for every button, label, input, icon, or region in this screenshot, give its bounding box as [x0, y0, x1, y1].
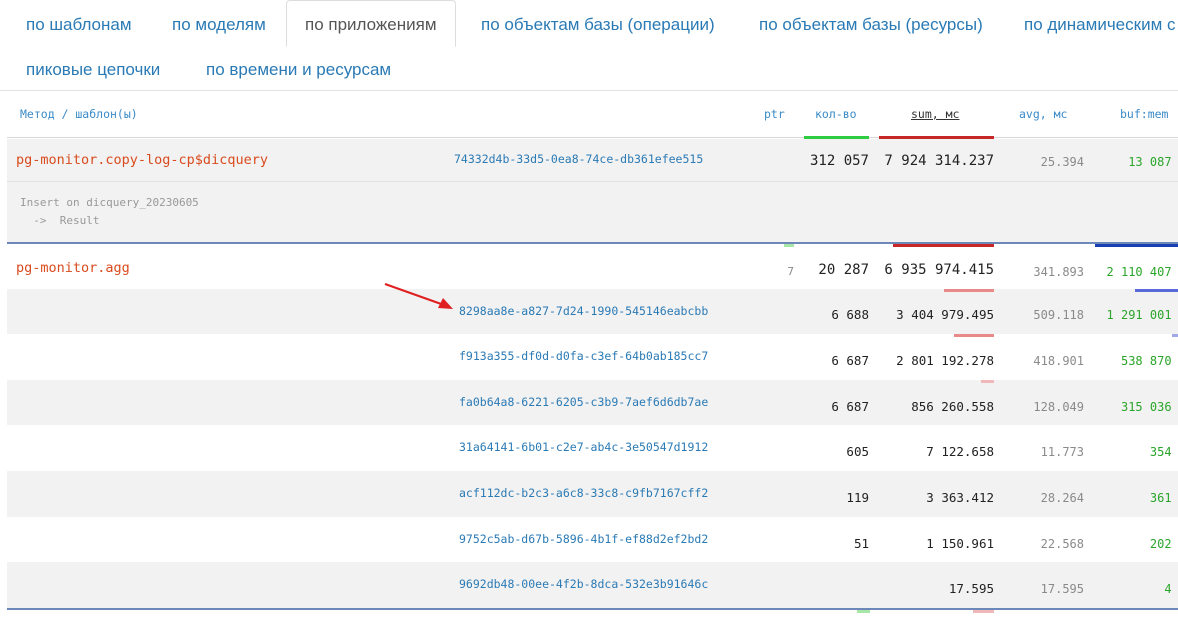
buf-bar — [1135, 289, 1178, 292]
col-buf[interactable]: buf:mem — [1120, 107, 1168, 121]
avg-value: 341.893 — [1033, 265, 1084, 279]
buf-value: 4 8 — [1164, 582, 1178, 596]
template-hash-link[interactable]: f913a355-df0d-d0fa-c3ef-64b0ab185cc7 — [459, 349, 708, 363]
table-row[interactable]: 31a64141-6b01-c2e7-ab4c-3e50547d1912 605… — [7, 425, 1178, 471]
query-plan: Insert on dicquery_20230605 -> Result — [7, 181, 1178, 243]
tab-dynamic[interactable]: по динамическим с — [1024, 15, 1175, 35]
template-hash-link[interactable]: 74332d4b-33d5-0ea8-74ce-db361efee515 — [454, 152, 703, 166]
buf-bar — [1095, 244, 1178, 247]
table-row[interactable]: 9752c5ab-d67b-5896-4b1f-ef88d2ef2bd2 51 … — [7, 517, 1178, 562]
sum-value: 1 150.961 — [926, 536, 994, 551]
group-row[interactable]: pg-monitor.agg 7 20 287 6 935 974.415 34… — [7, 242, 1178, 289]
tab-db-objects-operations[interactable]: по объектам базы (операции) — [481, 15, 715, 35]
table-row[interactable]: f913a355-df0d-d0fa-c3ef-64b0ab185cc7 6 6… — [7, 334, 1178, 380]
buf-value: 361 6 — [1149, 491, 1178, 505]
template-hash-link[interactable]: acf112dc-b2c3-a6c8-33c8-c9fb7167cff2 — [459, 486, 708, 500]
avg-value: 11.773 — [1040, 445, 1084, 459]
table-header: Метод / шаблон(ы) ptr кол-во sum, мс avg… — [7, 91, 1178, 139]
count-value: 6 688 — [831, 307, 869, 322]
sum-bar — [954, 334, 994, 337]
template-hash-link[interactable]: fa0b64a8-6221-6205-c3b9-7aef6d6db7ae — [459, 395, 708, 409]
col-sum[interactable]: sum, мс — [911, 107, 959, 121]
avg-value: 22.568 — [1040, 537, 1084, 551]
sum-value: 2 801 192.278 — [896, 353, 994, 368]
count-bar — [784, 244, 794, 247]
count-value: 51 — [853, 536, 869, 551]
count-value: 605 — [846, 444, 869, 459]
avg-value: 28.264 — [1040, 491, 1084, 505]
sum-value: 6 935 974.415 — [884, 262, 994, 278]
avg-value: 509.118 — [1033, 308, 1084, 322]
tab-applications[interactable]: по приложениям — [286, 0, 456, 47]
table-row[interactable]: 9692db48-00ee-4f2b-8dca-532e3b91646c 17.… — [7, 562, 1178, 608]
avg-value: 25.394 — [1040, 155, 1084, 169]
sum-bar — [893, 244, 994, 247]
method-name[interactable]: pg-monitor.copy-log-cp$dicquery — [16, 152, 268, 168]
count-bar — [857, 610, 870, 613]
group-row[interactable]: pg-monitor.copy-log-cp$dicquery 74332d4b… — [7, 139, 1178, 181]
buf-value: 202 5 — [1149, 537, 1178, 551]
method-name[interactable]: pg-monitor.agg — [16, 260, 130, 276]
template-hash-link[interactable]: 9692db48-00ee-4f2b-8dca-532e3b91646c — [459, 577, 708, 591]
plan-line: -> Result — [20, 214, 100, 227]
count-value: 6 687 — [831, 353, 869, 368]
buf-value: 13 087 2 — [1128, 155, 1178, 169]
sum-bar — [981, 380, 994, 383]
sum-value: 856 260.558 — [911, 399, 994, 414]
buf-value: 538 870 8 — [1120, 354, 1178, 368]
col-method[interactable]: Метод / шаблон(ы) — [20, 107, 138, 121]
tab-bar: по шаблонам по моделям по приложениям по… — [0, 0, 1178, 91]
avg-value: 128.049 — [1033, 400, 1084, 414]
tab-peak-chains[interactable]: пиковые цепочки — [26, 60, 160, 80]
buf-value: 354 1 — [1149, 445, 1178, 459]
sum-value: 7 122.658 — [926, 444, 994, 459]
table-row[interactable]: fa0b64a8-6221-6205-c3b9-7aef6d6db7ae 6 6… — [7, 380, 1178, 425]
sum-bar — [944, 289, 994, 292]
template-hash-link[interactable]: 31a64141-6b01-c2e7-ab4c-3e50547d1912 — [459, 440, 708, 454]
col-count[interactable]: кол-во — [815, 107, 857, 121]
sum-value: 3 404 979.495 — [896, 307, 994, 322]
sum-value: 3 363.412 — [926, 490, 994, 505]
buf-value: 2 110 407 9 — [1106, 265, 1178, 279]
count-value: 20 287 — [818, 262, 869, 278]
buf-bar — [1172, 334, 1178, 337]
table-row[interactable]: acf112dc-b2c3-a6c8-33c8-c9fb7167cff2 119… — [7, 471, 1178, 517]
col-avg[interactable]: avg, мс — [1019, 107, 1067, 121]
avg-value: 418.901 — [1033, 354, 1084, 368]
sum-value: 17.595 — [948, 581, 994, 596]
tab-templates[interactable]: по шаблонам — [26, 15, 132, 35]
ptr-value: 7 — [787, 265, 794, 278]
plan-line: Insert on dicquery_20230605 — [20, 196, 199, 209]
count-value: 6 687 — [831, 399, 869, 414]
tab-time-resources[interactable]: по времени и ресурсам — [206, 60, 391, 80]
tab-db-objects-resources[interactable]: по объектам базы (ресурсы) — [759, 15, 983, 35]
sum-bar — [973, 610, 994, 613]
count-value: 119 — [846, 490, 869, 505]
template-hash-link[interactable]: 8298aa8e-a827-7d24-1990-545146eabcbb — [459, 304, 708, 318]
template-hash-link[interactable]: 9752c5ab-d67b-5896-4b1f-ef88d2ef2bd2 — [459, 532, 708, 546]
count-value: 312 057 — [809, 153, 869, 169]
table-row[interactable]: 8298aa8e-a827-7d24-1990-545146eabcbb 6 6… — [7, 289, 1178, 334]
col-ptr[interactable]: ptr — [764, 107, 785, 121]
buf-value: 315 036 1 — [1120, 400, 1178, 414]
sum-value: 7 924 314.237 — [884, 153, 994, 169]
tab-models[interactable]: по моделям — [172, 15, 266, 35]
buf-value: 1 291 001 8 — [1106, 308, 1178, 322]
avg-value: 17.595 — [1040, 582, 1084, 596]
